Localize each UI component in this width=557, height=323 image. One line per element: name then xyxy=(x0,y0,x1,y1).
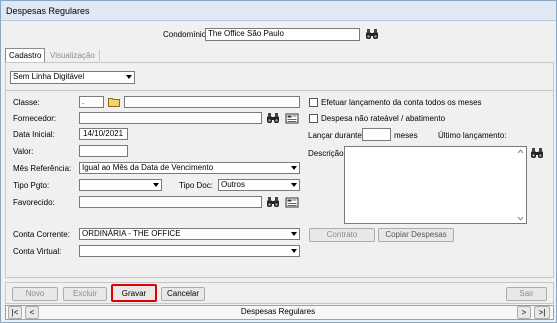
window-title: Despesas Regulares xyxy=(1,1,556,21)
conta-corrente-select[interactable]: ORDINÁRIA - THE OFFICE xyxy=(79,228,300,240)
favorecido-register-button[interactable] xyxy=(284,195,300,209)
nav-next-label: > xyxy=(521,308,527,317)
cancelar-button[interactable]: Cancelar xyxy=(161,287,205,301)
nav-prev-label: < xyxy=(29,308,35,317)
fornecedor-register-button[interactable] xyxy=(284,111,300,125)
conta-corrente-label: Conta Corrente: xyxy=(13,230,70,239)
sair-label: Sair xyxy=(519,289,534,298)
despesas-regulares-window: Despesas Regulares Condomínio: The Offic… xyxy=(0,0,557,323)
descricao-label: Descrição: xyxy=(308,149,346,158)
classe-label: Classe: xyxy=(13,98,40,107)
descricao-scroll-arrows xyxy=(517,149,524,221)
descricao-textarea[interactable] xyxy=(344,146,527,224)
cancelar-label: Cancelar xyxy=(166,289,199,298)
descricao-search-button[interactable] xyxy=(529,146,545,160)
contrato-button[interactable]: Contrato xyxy=(309,228,375,242)
ultimo-lancamento-label: Último lançamento: xyxy=(438,131,507,140)
nav-first-label: |< xyxy=(11,308,19,317)
chevron-down-icon xyxy=(288,229,299,239)
condominio-field[interactable]: The Office São Paulo xyxy=(205,28,360,41)
favorecido-label: Favorecido: xyxy=(13,198,55,207)
condominio-search-button[interactable] xyxy=(364,27,380,41)
classe-folder-button[interactable] xyxy=(106,95,122,109)
mes-referencia-label: Mês Referência: xyxy=(13,164,72,173)
register-icon xyxy=(285,196,299,208)
copiar-despesas-label: Copiar Despesas xyxy=(385,230,447,239)
valor-label: Valor: xyxy=(13,147,34,156)
chevron-down-icon xyxy=(288,163,299,173)
chevron-down-icon xyxy=(288,180,299,190)
gravar-label: Gravar xyxy=(121,289,147,298)
tipo-pgto-select[interactable] xyxy=(79,179,162,191)
nav-last-button[interactable]: >| xyxy=(534,306,550,319)
folder-icon xyxy=(108,98,120,107)
binoculars-icon xyxy=(266,196,280,208)
descricao-scrollbar[interactable] xyxy=(516,147,525,223)
lancar-durante-label: Lançar durante: xyxy=(308,131,365,140)
navigator-label: Despesas Regulares xyxy=(240,307,316,316)
sair-button[interactable]: Sair xyxy=(506,287,547,301)
favorecido-field[interactable] xyxy=(79,196,262,208)
despesa-nao-rateavel-label: Despesa não rateável / abatimento xyxy=(321,114,446,123)
condominio-label: Condomínio: xyxy=(163,30,209,39)
data-inicial-label: Data Inicial: xyxy=(13,130,55,139)
chevron-down-icon xyxy=(150,180,161,190)
fornecedor-label: Fornecedor: xyxy=(13,114,57,123)
nav-last-label: >| xyxy=(538,308,546,317)
efetuar-lancamento-checkbox[interactable] xyxy=(309,98,318,107)
fornecedor-search-button[interactable] xyxy=(265,111,281,125)
data-inicial-field[interactable]: 14/10/2021 xyxy=(79,128,128,140)
mes-referencia-value: Igual ao Mês da Data de Vencimento xyxy=(82,163,214,172)
binoculars-icon xyxy=(530,147,544,159)
gravar-button[interactable]: Gravar xyxy=(111,284,157,302)
binoculars-icon xyxy=(365,28,379,40)
despesa-nao-rateavel-checkbox[interactable] xyxy=(309,114,318,123)
linha-digitavel-select[interactable]: Sem Linha Digitável xyxy=(10,71,135,84)
copiar-despesas-button[interactable]: Copiar Despesas xyxy=(378,228,454,242)
nav-first-button[interactable]: |< xyxy=(8,306,22,319)
tipo-doc-label: Tipo Doc: xyxy=(179,181,213,190)
lancar-durante-field[interactable] xyxy=(362,128,391,141)
novo-label: Novo xyxy=(25,289,45,298)
chevron-down-icon xyxy=(517,216,524,221)
chevron-down-icon xyxy=(123,72,134,82)
contrato-label: Contrato xyxy=(326,230,358,239)
linha-digitavel-value: Sem Linha Digitável xyxy=(13,72,85,81)
excluir-button[interactable]: Excluir xyxy=(63,287,107,301)
classe-description-field[interactable] xyxy=(124,96,300,108)
tab-visualizacao[interactable]: Visualização xyxy=(47,49,98,63)
tipo-pgto-label: Tipo Pgto: xyxy=(13,181,50,190)
mes-referencia-select[interactable]: Igual ao Mês da Data de Vencimento xyxy=(79,162,300,174)
classe-code-field[interactable]: . xyxy=(79,96,104,108)
nav-next-button[interactable]: > xyxy=(517,306,531,319)
binoculars-icon xyxy=(266,112,280,124)
valor-field[interactable] xyxy=(79,145,128,157)
fornecedor-field[interactable] xyxy=(79,112,262,124)
conta-virtual-select[interactable] xyxy=(79,245,300,257)
tab-separator xyxy=(99,50,100,61)
excluir-label: Excluir xyxy=(72,289,97,298)
tipo-doc-select[interactable]: Outros xyxy=(218,179,300,191)
chevron-down-icon xyxy=(288,246,299,256)
chevron-up-icon xyxy=(517,149,524,154)
conta-corrente-value: ORDINÁRIA - THE OFFICE xyxy=(82,229,181,238)
favorecido-search-button[interactable] xyxy=(265,195,281,209)
tab-cadastro[interactable]: Cadastro xyxy=(5,48,46,62)
tipo-doc-value: Outros xyxy=(221,180,246,189)
efetuar-lancamento-label: Efetuar lançamento da conta todos os mes… xyxy=(321,98,482,107)
meses-label: meses xyxy=(394,131,418,140)
register-icon xyxy=(285,112,299,124)
conta-virtual-label: Conta Virtual: xyxy=(13,247,62,256)
novo-button[interactable]: Novo xyxy=(12,287,58,301)
nav-prev-button[interactable]: < xyxy=(25,306,39,319)
panel-divider xyxy=(6,90,553,91)
